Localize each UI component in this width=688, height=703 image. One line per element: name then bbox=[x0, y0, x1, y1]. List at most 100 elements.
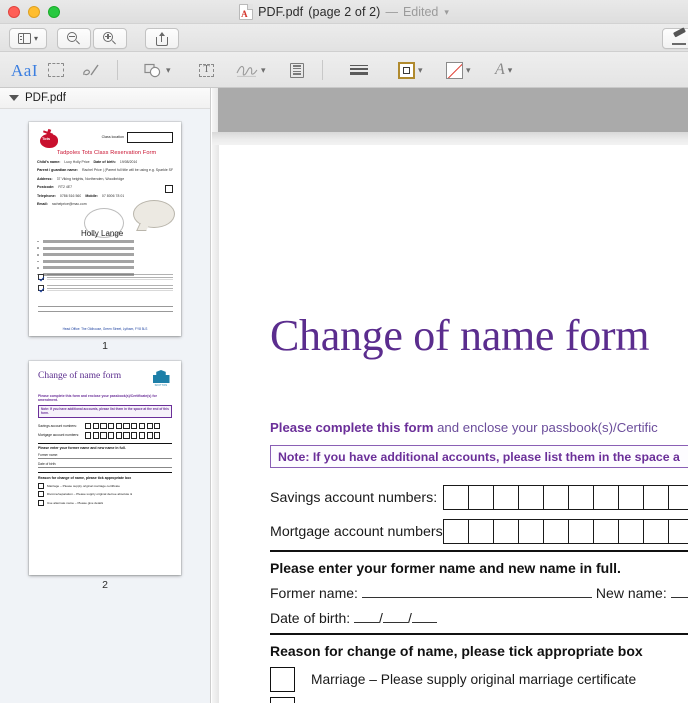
dob-month-field[interactable] bbox=[383, 611, 408, 623]
thumb1-checkbox bbox=[165, 185, 173, 193]
thumbnail-page-number: 1 bbox=[102, 340, 108, 352]
thumbnail-item-1[interactable]: Tots Class location Tadpoles Tots Class … bbox=[0, 122, 210, 352]
reason-checkbox[interactable] bbox=[38, 491, 44, 497]
chevron-down-icon: ▾ bbox=[508, 66, 513, 75]
field-value: 07 8006 78 01 bbox=[102, 194, 124, 198]
note-icon bbox=[290, 63, 304, 78]
chevron-down-icon: ▾ bbox=[418, 66, 423, 75]
reason-row-marriage: Marriage – Please supply original marria… bbox=[270, 667, 688, 692]
disclosure-triangle-icon[interactable] bbox=[9, 95, 19, 101]
border-color-icon bbox=[398, 62, 415, 79]
zoom-in-button[interactable] bbox=[93, 28, 127, 49]
window-title: PDF.pdf (page 2 of 2) — Edited ▾ bbox=[0, 0, 688, 24]
field-label: Mobile: bbox=[85, 194, 98, 198]
maximize-button[interactable] bbox=[48, 6, 60, 18]
sidebar-header[interactable]: PDF.pdf bbox=[0, 88, 210, 109]
mortgage-account-label: Mortgage account numbers: bbox=[270, 524, 443, 540]
font-style-tool[interactable]: A ▾ bbox=[495, 52, 512, 88]
field-value: RT2 4E7 bbox=[58, 185, 72, 189]
logo-caption: SKIPTON bbox=[155, 384, 168, 387]
previous-page-bottom bbox=[218, 88, 688, 132]
thumb2-intro: Please complete this form and enclose yo… bbox=[38, 394, 172, 402]
dob-year-field[interactable] bbox=[412, 611, 437, 623]
thumb2-reasons: Marriage – Please supply original marria… bbox=[38, 483, 172, 506]
annotation-speech-bubble[interactable] bbox=[133, 200, 175, 228]
title-edited-status: Edited bbox=[403, 5, 438, 19]
text-box-tool[interactable]: T bbox=[199, 52, 214, 88]
thumb2-reason-row: Marriage – Please supply original marria… bbox=[38, 483, 172, 489]
thumb2-accounts: Savings account numbers: Mortgage accoun… bbox=[38, 423, 172, 439]
note-tool[interactable] bbox=[290, 52, 304, 88]
shapes-tool[interactable]: ▾ bbox=[144, 52, 171, 88]
toolbar-divider bbox=[117, 60, 118, 80]
line-thickness-icon bbox=[350, 65, 368, 75]
rect-selection-tool[interactable] bbox=[48, 52, 64, 88]
former-name-field[interactable] bbox=[362, 585, 592, 598]
chevron-down-icon[interactable]: ▾ bbox=[444, 7, 449, 18]
thumb1-checkbox-rows bbox=[38, 274, 173, 296]
annotation-text[interactable]: Holly Lange bbox=[81, 229, 123, 238]
reason-checkbox[interactable] bbox=[38, 500, 44, 506]
sketch-icon bbox=[82, 63, 100, 78]
field-label: Child's name: bbox=[37, 160, 60, 164]
name-row: Former name: New name: bbox=[270, 585, 688, 601]
main-toolbar: ▾ bbox=[0, 24, 688, 52]
account-number-block: Savings account numbers: Mortgage accoun… bbox=[270, 485, 688, 553]
field-label: Postcode: bbox=[37, 185, 54, 189]
line-thickness-tool[interactable] bbox=[350, 52, 368, 88]
dob-day-field[interactable] bbox=[354, 611, 379, 623]
thumb2-dob: Date of birth: bbox=[38, 462, 172, 468]
fill-color-tool[interactable]: ▾ bbox=[446, 52, 471, 88]
field-label: Address: bbox=[37, 177, 53, 181]
border-color-tool[interactable]: ▾ bbox=[398, 52, 423, 88]
new-name-label: New name: bbox=[596, 585, 667, 601]
savings-account-cells[interactable] bbox=[443, 485, 688, 510]
new-name-field[interactable] bbox=[671, 585, 688, 598]
markup-button[interactable] bbox=[662, 28, 688, 49]
signature-tool[interactable]: ▾ bbox=[236, 52, 266, 88]
document-view[interactable]: Change of name form Please complete this… bbox=[212, 88, 688, 703]
preview-window: PDF.pdf (page 2 of 2) — Edited ▾ ▾ bbox=[0, 0, 688, 703]
field-label: Email: bbox=[37, 202, 48, 206]
thumbnail-item-2[interactable]: SKIPTON Change of name form Please compl… bbox=[0, 361, 210, 591]
dob-row: Date of birth: // bbox=[270, 610, 437, 626]
sidebar-title: PDF.pdf bbox=[25, 92, 66, 104]
field-value: rachelprice@mac.com bbox=[52, 202, 87, 206]
text-box-icon: T bbox=[199, 64, 214, 77]
checkbox-marriage[interactable] bbox=[270, 667, 295, 692]
intro-bold: Please complete this form bbox=[270, 420, 433, 435]
pdf-page-2[interactable]: Change of name form Please complete this… bbox=[222, 145, 688, 703]
field-value: Lucy Holly Price bbox=[64, 160, 89, 164]
thumbnail-list: Tots Class location Tadpoles Tots Class … bbox=[0, 109, 210, 591]
former-name-label: Former name: bbox=[270, 585, 358, 601]
font-icon: A bbox=[495, 62, 505, 78]
name-section-heading: Please enter your former name and new na… bbox=[270, 560, 621, 576]
mortgage-account-cells[interactable] bbox=[443, 519, 688, 544]
minimize-button[interactable] bbox=[28, 6, 40, 18]
thumb2-account-row: Mortgage account numbers: bbox=[38, 432, 172, 438]
close-button[interactable] bbox=[8, 6, 20, 18]
thumbnail-page-2[interactable]: SKIPTON Change of name form Please compl… bbox=[29, 361, 181, 575]
thumb1-footer: Head Office: The Oldhouse, Green Street,… bbox=[29, 327, 181, 331]
zoom-out-button[interactable] bbox=[57, 28, 91, 49]
thumb2-reason-row: Use alternate name – Please give details bbox=[38, 500, 172, 506]
rectangular-selection-icon bbox=[48, 63, 64, 77]
sketch-tool[interactable] bbox=[82, 52, 100, 88]
checkbox-divorce[interactable] bbox=[270, 697, 295, 703]
thumb1-box-label: Class location bbox=[102, 135, 124, 139]
account-cells bbox=[85, 423, 160, 429]
thumb1-signature-area bbox=[38, 302, 173, 316]
dob-label: Date of birth: bbox=[270, 610, 350, 626]
reason-label-marriage: Marriage – Please supply original marria… bbox=[311, 672, 636, 687]
reason-tick-list: Marriage – Please supply original marria… bbox=[270, 667, 688, 703]
thumbnail-page-1[interactable]: Tots Class location Tadpoles Tots Class … bbox=[29, 122, 181, 336]
reason-checkbox[interactable] bbox=[38, 483, 44, 489]
thumb1-row: Child's name: Lucy Holly Price Date of b… bbox=[37, 160, 173, 164]
text-selection-tool[interactable]: AaI bbox=[11, 52, 38, 88]
sidebar-toggle-button[interactable]: ▾ bbox=[9, 28, 47, 49]
field-value: 19/08/2016 bbox=[120, 160, 138, 164]
reason-label: Use alternate name – Please give details bbox=[47, 501, 103, 505]
thumb1-row: Address: 37 Viking heights, Northenden, … bbox=[37, 177, 173, 181]
share-button[interactable] bbox=[145, 28, 179, 49]
field-value: 37 Viking heights, Northenden, Woodbridg… bbox=[57, 177, 125, 181]
